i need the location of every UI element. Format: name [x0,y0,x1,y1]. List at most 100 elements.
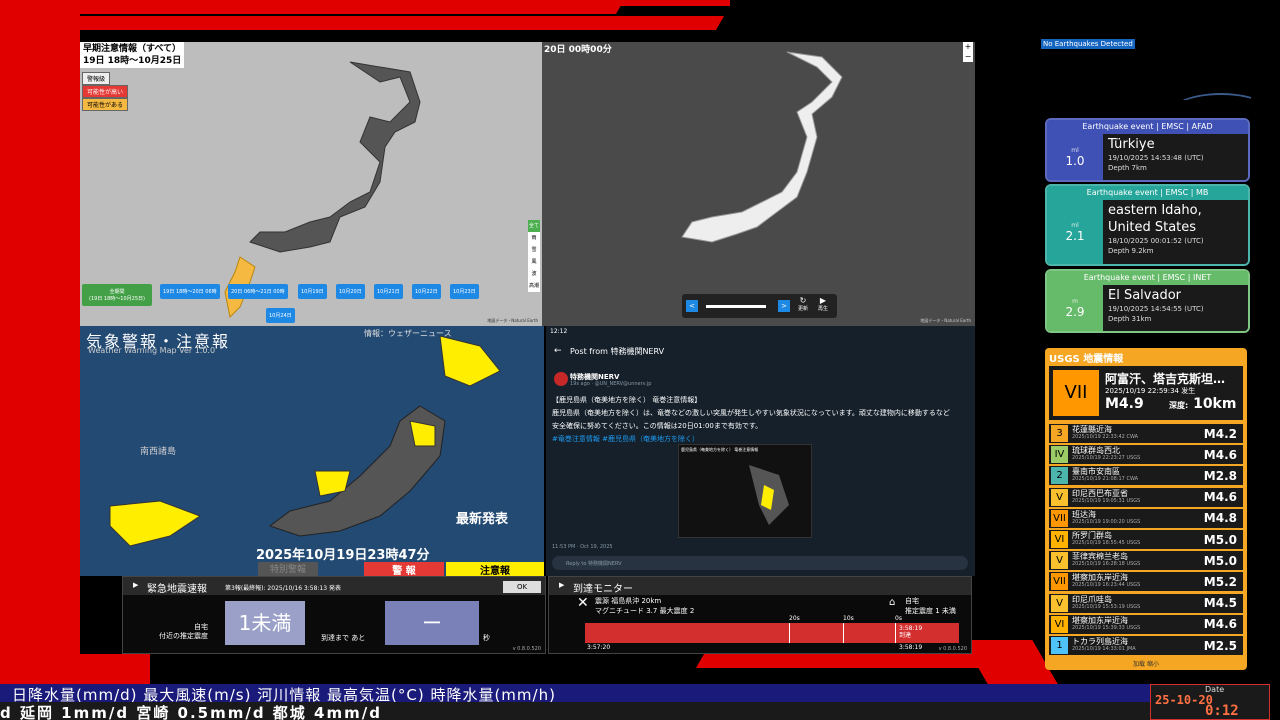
map-attribution: 地図データ・Natural Earth [920,318,971,323]
update-icon[interactable]: ↻ 更新 [798,296,808,312]
warning-label: 警 報 [364,562,444,576]
quake-source: CWA [1126,434,1139,440]
red-stripe [55,16,725,30]
quake-magnitude: M2.8 [1203,468,1237,483]
quake-place: 花蓮縣近海 [1072,425,1112,434]
forecast-map-panel[interactable]: 早期注意情報（すべて） 19日 18時〜10月25日 警報級 可能性が高い 可能… [80,42,542,326]
quake-source: USGS [1126,561,1141,568]
side-filter[interactable]: 全て 雨 雪 風 波 高潮 [528,220,540,292]
post-image[interactable]: 鹿児島県（奄美地方を除く） 竜巻注意情報 [678,444,812,538]
period-1-button[interactable]: 19日 18時〜20日 06時 [160,284,220,299]
zoom-controls[interactable]: + − [963,42,973,62]
red-stripe [0,654,150,684]
usgs-main-card[interactable]: VII 阿富汗、塔吉克斯坦… 2025/10/19 22:59:34 发生 M4… [1049,366,1243,420]
quake-source: USGS [1126,624,1141,631]
eew-report: 第3報(最終報): 2025/10/16 3:58:13 発表 [225,585,341,592]
reply-input[interactable]: Reply to 特務機関NERV [552,556,968,570]
quake-magnitude: M4.2 [1203,426,1237,441]
eq-place: Türkiye [1108,137,1155,152]
quake-source: USGS [1126,540,1141,546]
filter-snow[interactable]: 雪 [528,244,540,256]
play-icon: ▶ [133,581,139,589]
table-row[interactable]: V 菲律宾棉兰老岛 2025/10/19 16:28:18 USGS M5.0 [1049,551,1243,571]
eew-title: 緊急地震速報 [147,584,207,595]
eq-card-turkiye[interactable]: Earthquake event | EMSC | AFAD ml 1.0 Tür… [1045,118,1250,182]
quake-magnitude: M4.6 [1203,447,1237,462]
eew-version: v 0.8.0.520 [512,646,541,652]
play-icon[interactable]: ▶ 再生 [818,296,828,312]
day-21-button[interactable]: 10月21日 [374,284,403,299]
table-row[interactable]: 2 臺南市安南區 2025/10/19 21:08:17 CWA M2.8 [1049,466,1243,486]
tornado-map-thumbnail [749,465,789,525]
day-20-button[interactable]: 10月20日 [336,284,365,299]
map-attribution: 地図データ・Natural Earth [487,318,538,323]
table-row[interactable]: V 印尼爪哇岛 2025/10/19 15:53:19 USGS M4.5 [1049,593,1243,613]
day-24-button[interactable]: 10月24日 [266,308,295,323]
back-arrow-icon[interactable]: ← [554,346,562,356]
red-stripe [695,654,1005,668]
start-time: 3:57:20 [587,644,611,651]
quake-source: USGS [1126,582,1141,589]
ok-button[interactable]: OK [503,581,541,593]
quake-source: USGS [1126,518,1141,525]
eq-card-idaho[interactable]: Earthquake event | EMSC | MB ml 2.1 easte… [1045,184,1250,266]
day-22-button[interactable]: 10月22日 [412,284,441,299]
table-row[interactable]: IV 琉球群岛西北 2025/10/19 22:23:27 USGS M4.6 [1049,445,1243,465]
lightning-map-panel[interactable]: 20日 00時00分 + − < > ↻ 更新 ▶ 再生 地図データ・Natural … [542,42,975,326]
main-time: 2025/10/19 22:59:34 发生 [1105,387,1196,395]
intensity-badge: IV [1051,446,1068,464]
usgs-footer[interactable]: 加载 缩小 [1045,659,1247,668]
post-timestamp: 11:53 PM · Oct 19, 2025 [552,544,613,550]
filter-wave[interactable]: 波 [528,268,540,280]
quake-place: 所罗门群岛 [1072,531,1112,540]
day-19-button[interactable]: 10月19日 [298,284,327,299]
tick-0s: 0s [895,615,902,622]
intensity-badge: VI [1051,531,1068,548]
warning-map-panel: 気象警報・注意報 情報：ウェザーニュース Weather Warning Map… [80,326,544,576]
eq-time: 18/10/2025 00:01:52 (UTC) [1108,237,1204,245]
table-row[interactable]: VI 所罗门群岛 2025/10/19 18:55:45 USGS M5.0 [1049,530,1243,549]
quake-source: CWA [1126,476,1139,483]
clock-time: 0:12 [1205,703,1239,719]
legend-possible: 可能性がある [82,98,129,111]
quake-time: 2025/10/19 16:28:18 [1072,561,1125,568]
table-row[interactable]: VI 堪察加东岸近海 2025/10/19 15:39:33 USGS M4.6 [1049,614,1243,634]
table-row[interactable]: VII 堪察加东岸近海 2025/10/19 16:23:44 USGS M5.2 [1049,572,1243,592]
eq-depth: Depth 9.2km [1108,247,1154,255]
social-post-panel[interactable]: 12:12 ← Post from 特務機関NERV 特務機関NERV 19s … [546,326,975,576]
quake-source: USGS [1126,603,1141,610]
next-button[interactable]: > [778,300,790,312]
timeline-slider[interactable] [706,305,766,308]
filter-rain[interactable]: 雨 [528,232,540,244]
quake-source: USGS [1126,497,1141,504]
quake-magnitude: M2.5 [1203,638,1237,653]
special-warning-label: 特別警報 [258,562,318,576]
location-label: 自宅 付近の推定震度 [159,623,208,640]
day-23-button[interactable]: 10月23日 [450,284,479,299]
avatar[interactable] [554,372,568,386]
legend-high: 可能性が高い [82,85,129,98]
table-row[interactable]: VII 班达海 2025/10/19 19:00:20 USGS M4.8 [1049,508,1243,528]
filter-surge[interactable]: 高潮 [528,280,540,292]
intensity-badge: VII [1051,573,1068,591]
table-row[interactable]: 3 花蓮縣近海 2025/10/19 22:33:42 CWA M4.2 [1049,424,1243,443]
eq-time: 19/10/2025 14:53:48 (UTC) [1108,154,1204,162]
eq-card-header: Earthquake event | EMSC | INET [1047,271,1248,285]
weather-ticker-categories: 日降水量(mm/d) 最大風速(m/s) 河川情報 最高気温(°C) 時降水量(… [0,684,1150,702]
playback-bar[interactable]: < > ↻ 更新 ▶ 再生 [682,294,837,318]
globe-panel: No Earthquakes Detected [1041,39,1251,100]
intensity-badge: 2 [1051,467,1068,485]
eq-place: El Salvador [1108,288,1181,303]
period-all-button[interactable]: 全期間 (19日 18時〜10月25日) [82,284,152,306]
table-row[interactable]: 1 トカラ列島近海 2025/10/19 14:33:01 JMA M2.5 [1049,636,1243,655]
eq-depth: Depth 31km [1108,315,1152,323]
period-2-button[interactable]: 20日 06時〜21日 00時 [228,284,288,299]
filter-wind[interactable]: 風 [528,256,540,268]
prev-button[interactable]: < [686,300,698,312]
quake-magnitude: M5.0 [1203,553,1237,568]
filter-all[interactable]: 全て [528,220,540,232]
globe-horizon [1161,93,1251,100]
eq-card-el-salvador[interactable]: Earthquake event | EMSC | INET m 2.9 El S… [1045,269,1250,333]
no-quake-banner: No Earthquakes Detected [1041,39,1135,49]
table-row[interactable]: V 印尼西巴布亚省 2025/10/19 19:05:31 USGS M4.6 [1049,487,1243,507]
